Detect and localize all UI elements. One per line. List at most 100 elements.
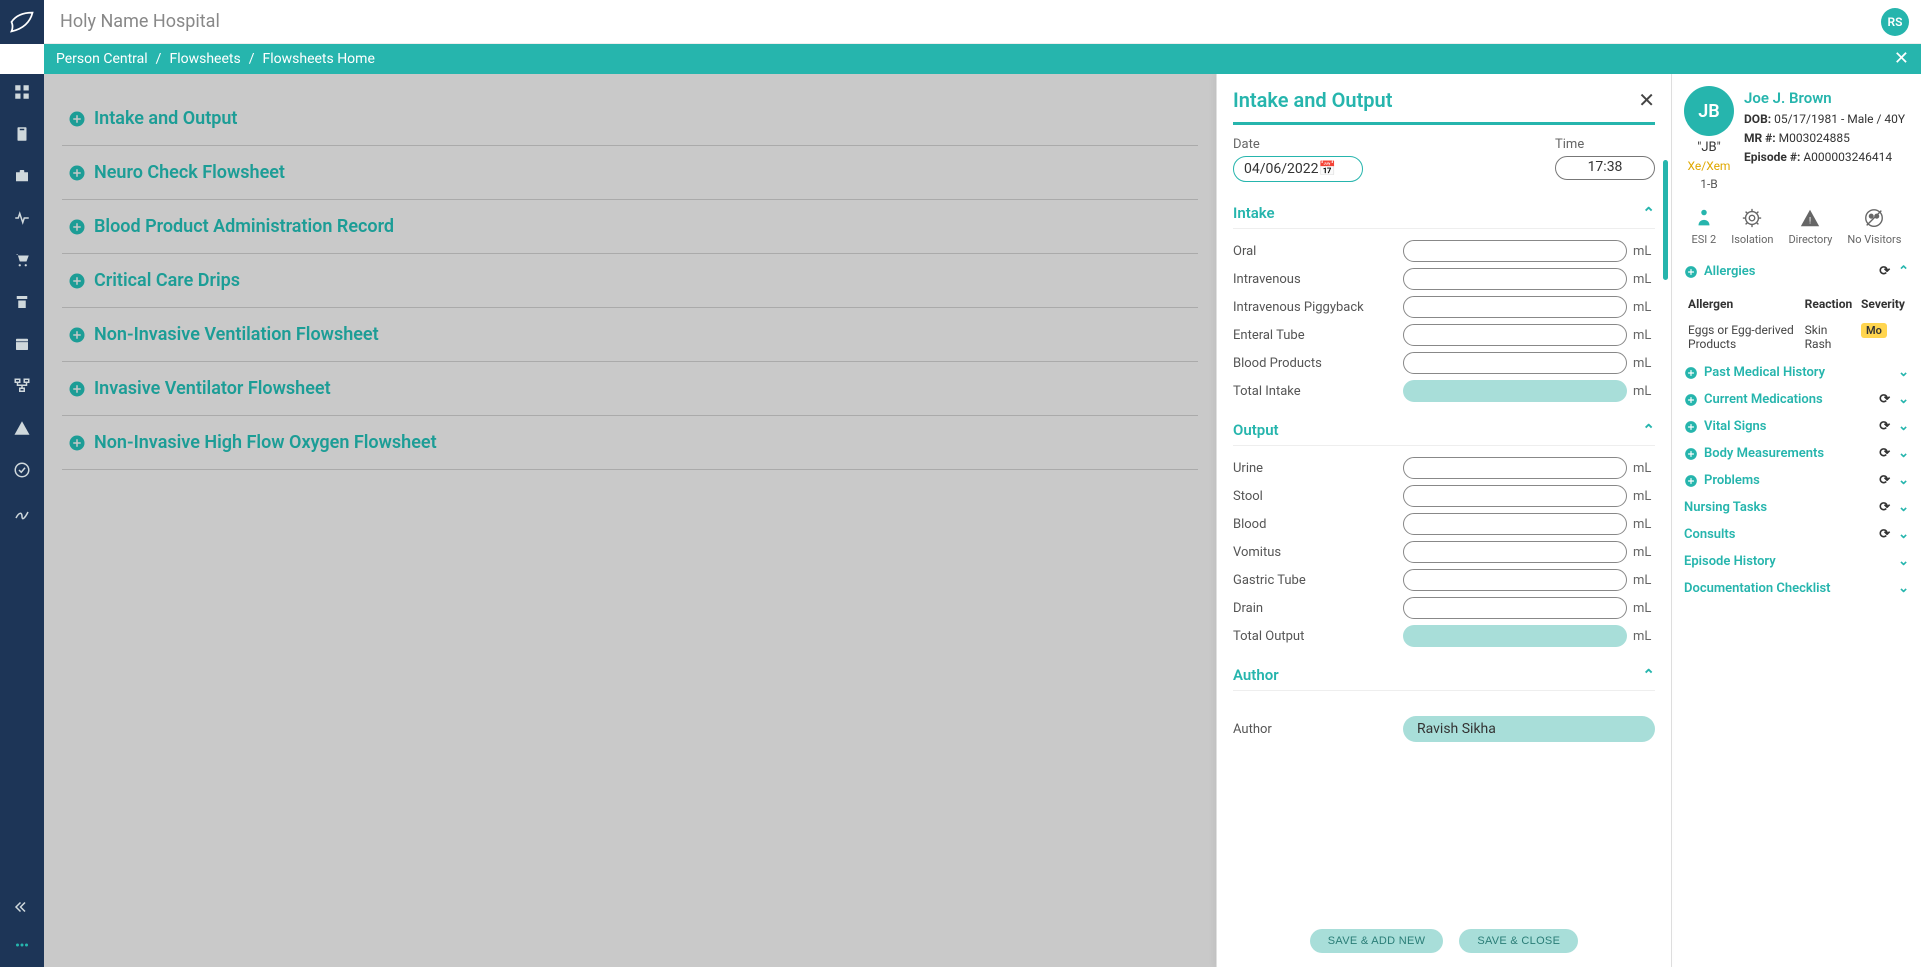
sidebar-item-clipboard[interactable] <box>10 122 34 146</box>
panel-close-icon[interactable]: ✕ <box>1638 88 1655 112</box>
rail-section-row[interactable]: Current Medications⟳⌄ <box>1684 386 1909 413</box>
breadcrumb-link-flowsheets[interactable]: Flowsheets <box>169 51 240 67</box>
content: Intake and OutputNeuro Check FlowsheetBl… <box>44 74 1921 967</box>
rail-section-row[interactable]: Problems⟳⌄ <box>1684 467 1909 494</box>
refresh-icon[interactable]: ⟳ <box>1879 392 1890 407</box>
svg-text:!: ! <box>1809 217 1811 227</box>
save-add-new-button[interactable]: SAVE & ADD NEW <box>1310 929 1444 953</box>
refresh-icon[interactable]: ⟳ <box>1879 264 1890 279</box>
output-field-unit: mL <box>1627 517 1655 532</box>
sidebar-item-vitals[interactable] <box>10 206 34 230</box>
mrn-label: MR #: <box>1744 131 1776 145</box>
total-output-value <box>1403 625 1627 647</box>
chevron-up-icon: ⌃ <box>1642 666 1655 684</box>
sidebar-item-briefcase[interactable] <box>10 164 34 188</box>
app-logo[interactable] <box>0 0 44 44</box>
refresh-icon[interactable]: ⟳ <box>1879 527 1890 542</box>
section-head-intake[interactable]: Intake ⌃ <box>1233 198 1655 228</box>
user-badge[interactable]: RS <box>1881 8 1909 36</box>
save-close-button[interactable]: SAVE & CLOSE <box>1459 929 1578 953</box>
section-label-intake: Intake <box>1233 204 1275 222</box>
facility-name: Holy Name Hospital <box>44 11 220 32</box>
rail-section-label: Current Medications <box>1704 392 1823 407</box>
status-esi[interactable]: ESI 2 <box>1692 207 1717 246</box>
output-row: Gastric Tube mL <box>1233 566 1655 594</box>
plus-circle-icon[interactable] <box>1684 420 1698 434</box>
rail-section-row[interactable]: Documentation Checklist⌄ <box>1684 575 1909 602</box>
panel-scrollbar[interactable] <box>1663 160 1668 280</box>
patient-name[interactable]: Joe J. Brown <box>1744 86 1905 110</box>
rail-section-row[interactable]: Nursing Tasks⟳⌄ <box>1684 494 1909 521</box>
breadcrumb-close-icon[interactable]: ✕ <box>1894 50 1909 68</box>
plus-circle-icon[interactable] <box>1684 393 1698 407</box>
sidebar-item-calendar[interactable] <box>10 332 34 356</box>
sidebar-item-labs[interactable] <box>10 290 34 314</box>
flowsheet-row[interactable]: Non-Invasive High Flow Oxygen Flowsheet <box>62 416 1198 470</box>
intake-field-input[interactable] <box>1403 268 1627 290</box>
allergies-header[interactable]: Allergies ⟳ ⌃ <box>1684 260 1909 283</box>
status-isolation[interactable]: Isolation <box>1731 207 1773 246</box>
flowsheet-row[interactable]: Non-Invasive Ventilation Flowsheet <box>62 308 1198 362</box>
status-directory[interactable]: ! Directory <box>1788 207 1832 246</box>
date-label: Date <box>1233 137 1363 152</box>
intake-field-input[interactable] <box>1403 240 1627 262</box>
avatar[interactable]: JB <box>1684 86 1734 136</box>
flowsheet-row[interactable]: Intake and Output <box>62 92 1198 146</box>
status-icons: ESI 2 Isolation ! Directory No Visitors <box>1684 207 1909 246</box>
flowsheet-row[interactable]: Neuro Check Flowsheet <box>62 146 1198 200</box>
rail-section-row[interactable]: Past Medical History⌄ <box>1684 359 1909 386</box>
rail-section-row[interactable]: Vital Signs⟳⌄ <box>1684 413 1909 440</box>
allergy-reaction: Skin Rash <box>1803 317 1857 357</box>
sidebar-item-alert[interactable] <box>10 416 34 440</box>
intake-field-input[interactable] <box>1403 296 1627 318</box>
output-field-label: Vomitus <box>1233 545 1403 560</box>
panel-divider <box>1233 122 1655 125</box>
flowsheet-row[interactable]: Critical Care Drips <box>62 254 1198 308</box>
sidebar-item-dashboard[interactable] <box>10 80 34 104</box>
output-field-input[interactable] <box>1403 541 1627 563</box>
rail-section-row[interactable]: Consults⟳⌄ <box>1684 521 1909 548</box>
patient-location: 1-B <box>1684 177 1734 191</box>
rail-section-row[interactable]: Body Measurements⟳⌄ <box>1684 440 1909 467</box>
refresh-icon[interactable]: ⟳ <box>1879 500 1890 515</box>
time-input[interactable]: 17:38 <box>1555 156 1655 180</box>
plus-circle-icon[interactable] <box>1684 366 1698 380</box>
output-field-input[interactable] <box>1403 597 1627 619</box>
output-field-label: Gastric Tube <box>1233 573 1403 588</box>
section-head-author[interactable]: Author ⌃ <box>1233 660 1655 690</box>
flowsheet-row[interactable]: Invasive Ventilator Flowsheet <box>62 362 1198 416</box>
plus-circle-icon[interactable] <box>1684 265 1698 279</box>
output-field-unit: mL <box>1627 573 1655 588</box>
output-field-input[interactable] <box>1403 485 1627 507</box>
output-field-input[interactable] <box>1403 513 1627 535</box>
flowsheet-row[interactable]: Blood Product Administration Record <box>62 200 1198 254</box>
panel-footer: SAVE & ADD NEW SAVE & CLOSE <box>1217 915 1671 967</box>
plus-circle-icon[interactable] <box>1684 447 1698 461</box>
intake-field-input[interactable] <box>1403 352 1627 374</box>
sidebar-item-sign[interactable] <box>10 500 34 524</box>
rail-section-label: Nursing Tasks <box>1684 500 1767 515</box>
status-no-visitors[interactable]: No Visitors <box>1847 207 1901 246</box>
status-isolation-label: Isolation <box>1731 233 1773 246</box>
dob-value: 05/17/1981 - Male / 40Y <box>1774 112 1905 126</box>
sidebar-item-check[interactable] <box>10 458 34 482</box>
sidebar-item-cart[interactable] <box>10 248 34 272</box>
refresh-icon[interactable]: ⟳ <box>1879 473 1890 488</box>
sidebar-item-workflow[interactable] <box>10 374 34 398</box>
refresh-icon[interactable]: ⟳ <box>1879 446 1890 461</box>
breadcrumb-link-person-central[interactable]: Person Central <box>56 51 148 67</box>
sidebar-more-icon[interactable] <box>10 933 34 957</box>
rail-section-row[interactable]: Episode History⌄ <box>1684 548 1909 575</box>
chevron-up-icon: ⌃ <box>1642 421 1655 439</box>
output-field-input[interactable] <box>1403 569 1627 591</box>
patient-nickname: "JB" <box>1684 140 1734 155</box>
date-input[interactable]: 04/06/2022 📅 <box>1233 156 1363 182</box>
section-head-output[interactable]: Output ⌃ <box>1233 415 1655 445</box>
plus-circle-icon <box>68 434 86 452</box>
plus-circle-icon[interactable] <box>1684 474 1698 488</box>
intake-field-input[interactable] <box>1403 324 1627 346</box>
sidebar-expand-icon[interactable] <box>10 895 34 919</box>
refresh-icon[interactable]: ⟳ <box>1879 419 1890 434</box>
output-field-input[interactable] <box>1403 457 1627 479</box>
calendar-icon[interactable]: 📅 <box>1319 161 1353 177</box>
